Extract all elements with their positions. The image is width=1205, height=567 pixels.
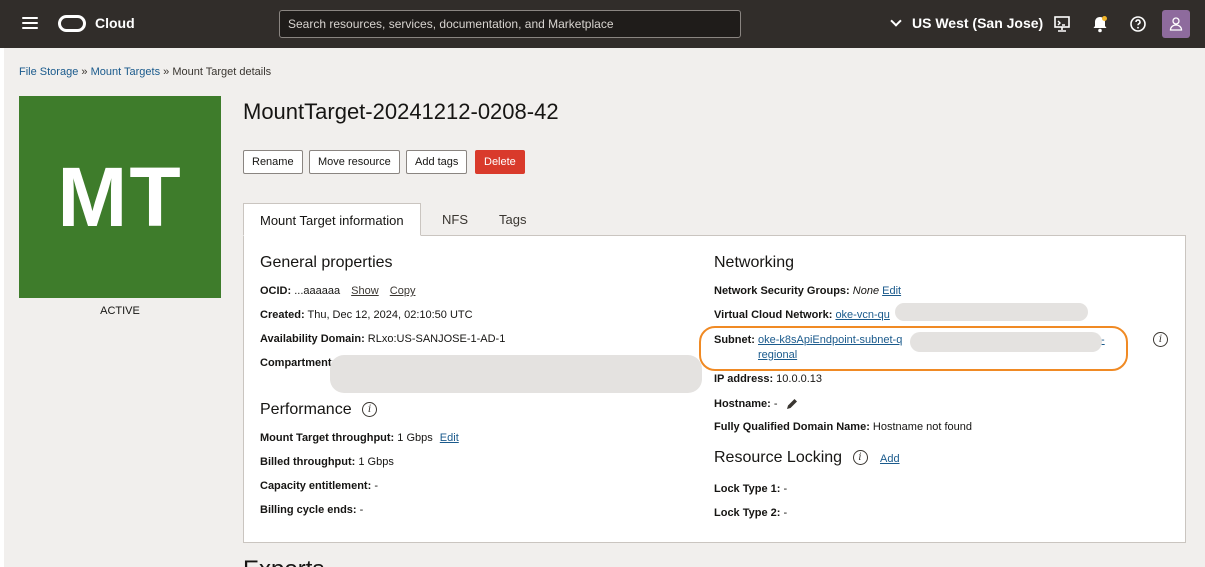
hostname-value: - [773,397,778,410]
performance-heading-text: Performance [260,401,352,418]
lock-type-2-label: Lock Type 2: [714,507,781,519]
vcn-field: Virtual Cloud Network: oke-vcn-qu [714,309,890,321]
notifications-bell-icon[interactable] [1090,14,1110,34]
created-field: Created: Thu, Dec 12, 2024, 02:10:50 UTC [260,309,473,321]
capacity-value: - [374,480,378,492]
exports-heading: Exports [243,556,324,567]
lock-type-2-value: - [783,507,788,519]
billing-cycle-label: Billing cycle ends: [260,504,357,516]
lock-type-2-field: Lock Type 2: - [714,507,787,519]
breadcrumb-mount-targets[interactable]: Mount Targets [91,66,161,78]
left-edge-divider [0,48,4,567]
breadcrumb-file-storage[interactable]: File Storage [19,66,78,78]
info-icon[interactable]: i [852,450,868,466]
nsg-edit-link[interactable]: Edit [882,285,901,297]
add-tags-button[interactable]: Add tags [406,150,468,174]
ocid-value: ...aaaaaa [294,285,341,297]
nsg-field: Network Security Groups: None Edit [714,285,901,297]
availability-domain-field: Availability Domain: RLxo:US-SANJOSE-1-A… [260,333,505,345]
fqdn-label: Fully Qualified Domain Name: [714,421,870,433]
search-input[interactable] [279,10,741,38]
cloud-shell-icon[interactable] [1052,14,1072,34]
performance-heading: Performance i [260,401,378,419]
billed-throughput-value: 1 Gbps [358,456,394,468]
menu-icon[interactable] [22,17,38,31]
ocid-field: OCID: ...aaaaaa Show Copy [260,285,415,297]
redacted-vcn [895,303,1088,321]
top-navigation-bar: Cloud US West (San Jose) [0,0,1205,48]
created-label: Created: [260,309,305,321]
general-properties-heading: General properties [260,254,393,271]
lock-type-1-label: Lock Type 1: [714,483,781,495]
tab-mount-target-information[interactable]: Mount Target information [243,203,421,236]
chevron-down-icon [890,15,902,27]
compartment-label: Compartment: [260,357,336,369]
subnet-highlight-outline [699,326,1128,371]
lock-type-1-value: - [783,483,788,495]
fqdn-field: Fully Qualified Domain Name: Hostname no… [714,421,972,433]
billing-cycle-value: - [359,504,364,516]
resource-locking-heading: Resource Locking i Add [714,449,900,467]
resource-locking-heading-text: Resource Locking [714,449,843,466]
hostname-field: Hostname: - [714,397,799,411]
capacity-label: Capacity entitlement: [260,480,372,492]
capacity-field: Capacity entitlement: - [260,480,378,492]
vcn-label: Virtual Cloud Network: [714,309,833,321]
ip-address-label: IP address: [714,373,774,385]
vcn-link[interactable]: oke-vcn-qu [835,309,889,321]
billed-throughput-label: Billed throughput: [260,456,356,468]
throughput-edit-link[interactable]: Edit [440,432,459,444]
ip-address-field: IP address: 10.0.0.13 [714,373,822,385]
ip-address-value: 10.0.0.13 [776,373,823,385]
billing-cycle-field: Billing cycle ends: - [260,504,363,516]
breadcrumb-current: Mount Target details [172,66,272,78]
ocid-copy-link[interactable]: Copy [390,285,416,297]
breadcrumb-separator: » [163,66,170,78]
resource-tile: MT [19,96,221,298]
brand-name[interactable]: Cloud [95,15,135,31]
breadcrumb-separator: » [81,66,88,78]
availability-domain-value: RLxo:US-SANJOSE-1-AD-1 [367,333,506,345]
region-label: US West (San Jose) [912,15,1044,31]
compartment-field: Compartment: [260,357,335,369]
user-avatar[interactable] [1162,10,1190,38]
delete-button[interactable]: Delete [475,150,525,174]
hostname-label: Hostname: [714,397,771,410]
breadcrumb: File Storage » Mount Targets » Mount Tar… [19,66,271,78]
edit-pencil-icon[interactable] [785,397,799,411]
info-icon[interactable]: i [1153,332,1168,347]
networking-heading: Networking [714,254,795,271]
lock-type-1-field: Lock Type 1: - [714,483,787,495]
info-icon[interactable]: i [362,402,378,418]
billed-throughput-field: Billed throughput: 1 Gbps [260,456,394,468]
redacted-compartment [330,355,702,393]
tab-nfs[interactable]: NFS [426,203,484,236]
nsg-label: Network Security Groups: [714,285,850,297]
help-icon[interactable] [1128,14,1148,34]
page-title: MountTarget-20241212-0208-42 [243,99,559,124]
lock-add-link[interactable]: Add [880,453,900,465]
rename-button[interactable]: Rename [243,150,303,174]
throughput-value: 1 Gbps [397,432,433,444]
region-selector[interactable]: US West (San Jose) [890,15,1044,31]
tab-tags[interactable]: Tags [483,203,542,236]
oracle-logo-icon[interactable] [58,15,86,32]
availability-domain-label: Availability Domain: [260,333,365,345]
created-value: Thu, Dec 12, 2024, 02:10:50 UTC [307,309,473,321]
nsg-value: None [852,285,880,297]
status-label: ACTIVE [100,305,140,317]
user-icon [1169,17,1183,31]
throughput-field: Mount Target throughput: 1 Gbps Edit [260,432,459,444]
fqdn-value: Hostname not found [872,421,972,433]
move-resource-button[interactable]: Move resource [309,150,400,174]
throughput-label: Mount Target throughput: [260,432,395,444]
ocid-show-link[interactable]: Show [351,285,379,297]
ocid-label: OCID: [260,285,292,297]
